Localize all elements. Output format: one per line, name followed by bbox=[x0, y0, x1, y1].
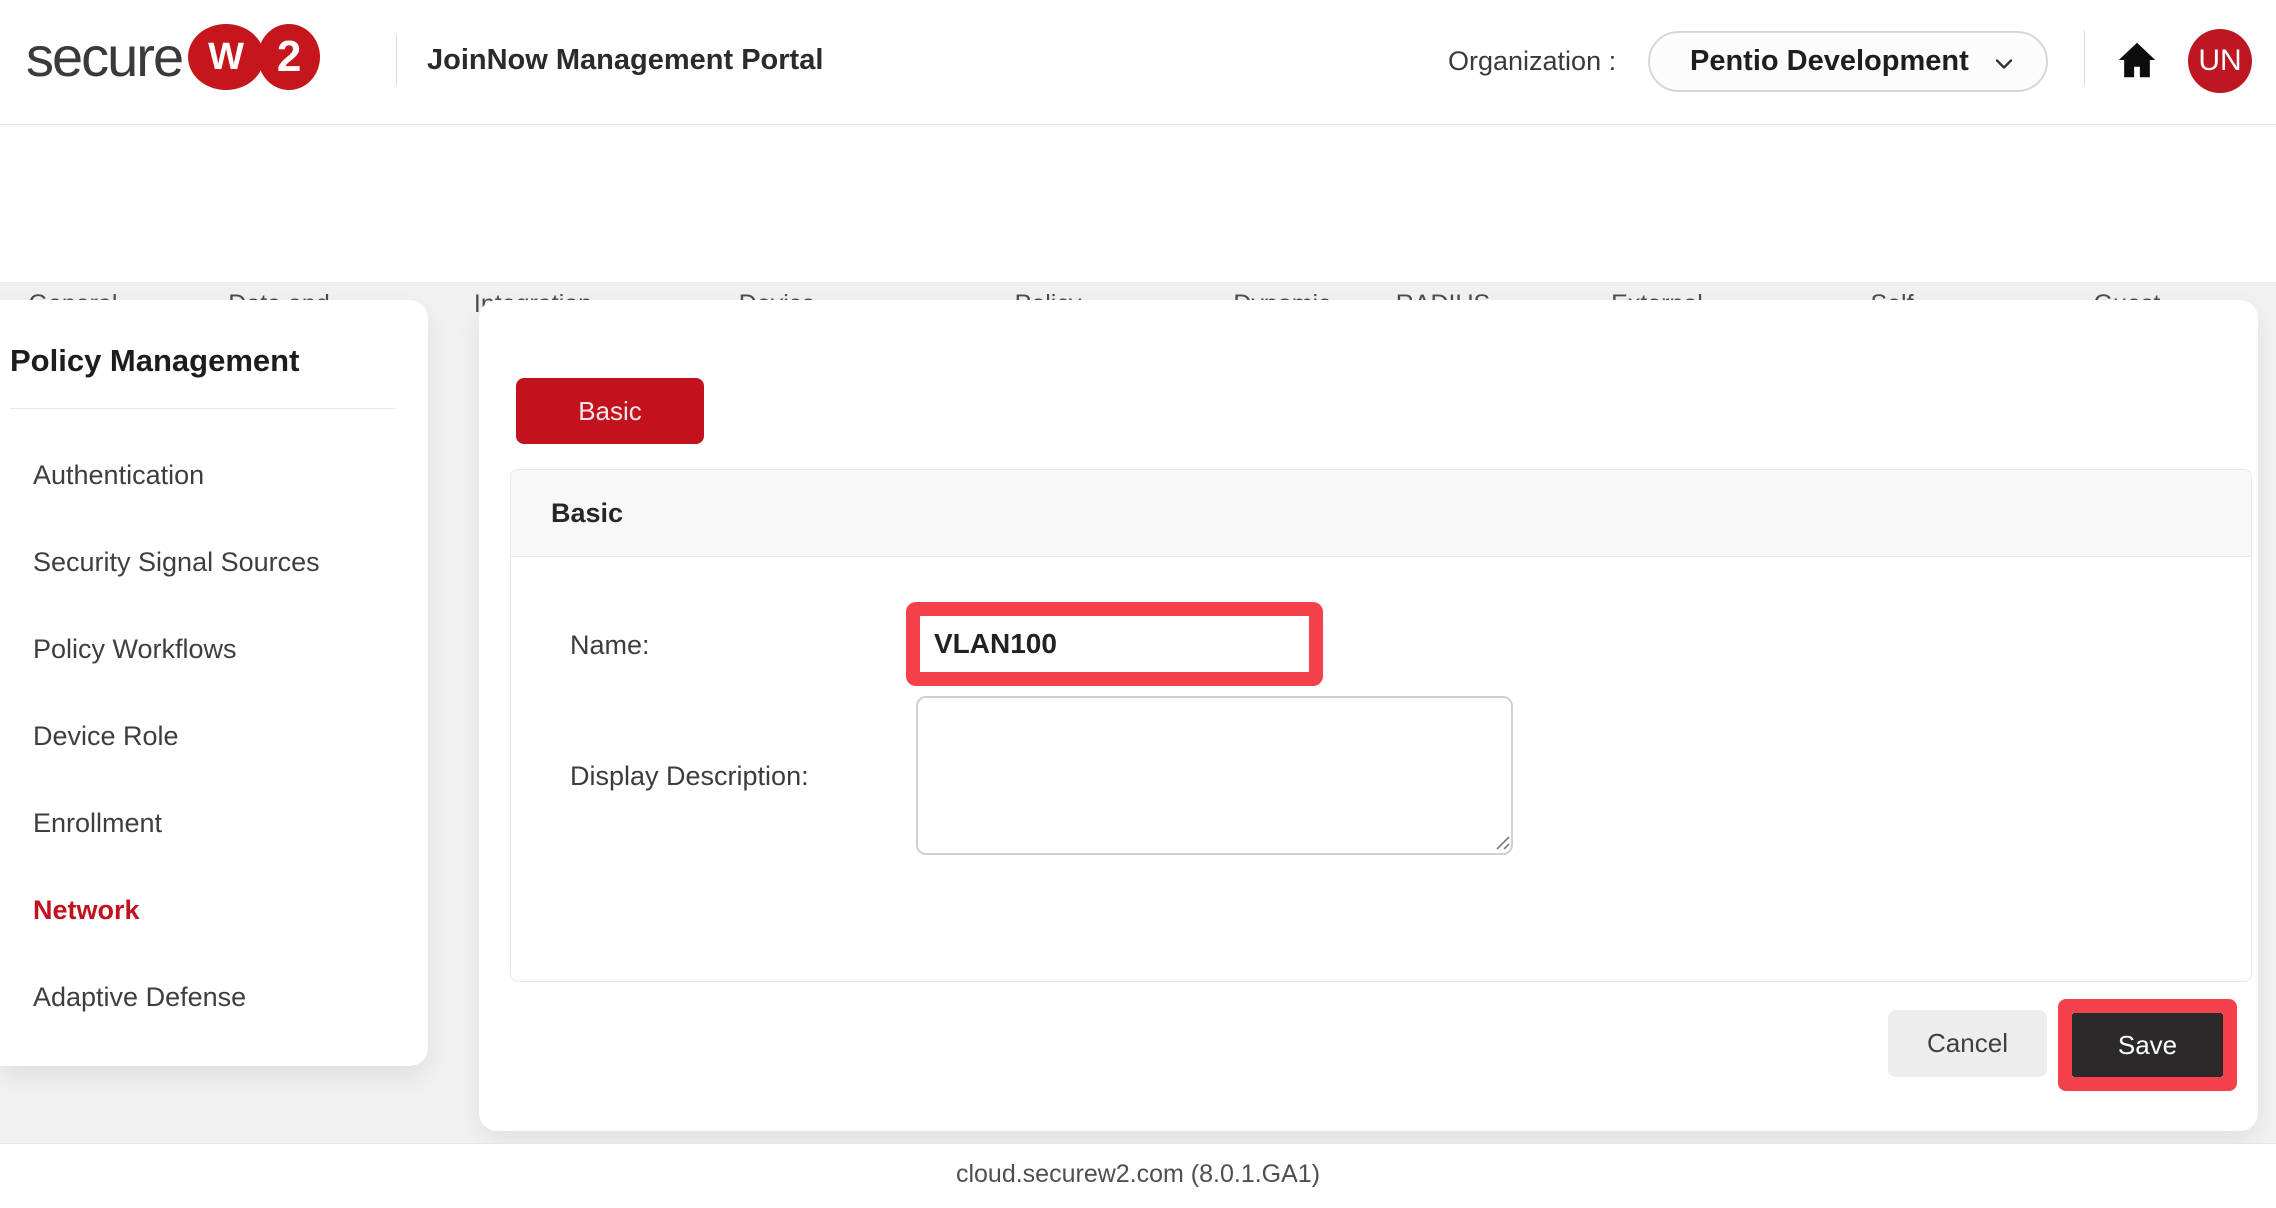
sidebar-divider bbox=[10, 408, 396, 409]
footer-version-text: cloud.securew2.com (8.0.1.GA1) bbox=[956, 1160, 1320, 1189]
cancel-button[interactable]: Cancel bbox=[1888, 1010, 2047, 1077]
name-input[interactable] bbox=[920, 616, 1309, 672]
organization-value: Pentio Development bbox=[1690, 45, 1969, 78]
basic-panel-title: Basic bbox=[551, 498, 623, 529]
save-button[interactable]: Save bbox=[2072, 1013, 2223, 1077]
footer: cloud.securew2.com (8.0.1.GA1) bbox=[0, 1143, 2276, 1208]
avatar[interactable]: UN bbox=[2188, 29, 2252, 93]
display-description-label: Display Description: bbox=[570, 761, 809, 792]
logo-w-circle: W bbox=[188, 24, 264, 90]
header-divider bbox=[396, 34, 397, 86]
sidebar-item-adaptive-defense[interactable]: Adaptive Defense bbox=[0, 954, 428, 1041]
top-navigation: General Data and Monitoring Integration … bbox=[0, 125, 2276, 283]
tab-basic[interactable]: Basic bbox=[516, 378, 704, 444]
organization-label: Organization : bbox=[1448, 46, 1616, 77]
sidebar: Policy Management Authentication Securit… bbox=[0, 300, 428, 1066]
securew2-logo[interactable]: secure W 2 bbox=[26, 22, 320, 92]
sidebar-item-security-signal-sources[interactable]: Security Signal Sources bbox=[0, 519, 428, 606]
header: secure W 2 JoinNow Management Portal Org… bbox=[0, 0, 2276, 125]
sidebar-item-enrollment[interactable]: Enrollment bbox=[0, 780, 428, 867]
logo-2-circle: 2 bbox=[258, 24, 320, 90]
sidebar-title: Policy Management bbox=[10, 343, 299, 379]
chevron-down-icon bbox=[1990, 50, 2018, 83]
header-divider-2 bbox=[2084, 30, 2085, 86]
main-content: Basic Basic Name: Display Description: C… bbox=[479, 300, 2258, 1131]
page-title: JoinNow Management Portal bbox=[427, 44, 823, 77]
name-label: Name: bbox=[570, 630, 650, 661]
save-button-highlight: Save bbox=[2058, 999, 2237, 1091]
name-field-highlight bbox=[906, 602, 1323, 686]
avatar-initials: UN bbox=[2198, 44, 2241, 78]
home-icon[interactable] bbox=[2114, 38, 2160, 84]
sidebar-list: Authentication Security Signal Sources P… bbox=[0, 432, 428, 1041]
display-description-textarea[interactable] bbox=[916, 696, 1513, 855]
sidebar-item-network[interactable]: Network bbox=[0, 867, 428, 954]
basic-panel-header: Basic bbox=[511, 470, 2251, 557]
page: secure W 2 JoinNow Management Portal Org… bbox=[0, 0, 2276, 1208]
sidebar-item-device-role[interactable]: Device Role bbox=[0, 693, 428, 780]
basic-panel: Basic Name: Display Description: bbox=[510, 469, 2252, 982]
sidebar-item-policy-workflows[interactable]: Policy Workflows bbox=[0, 606, 428, 693]
organization-dropdown[interactable]: Pentio Development bbox=[1648, 31, 2048, 92]
logo-wordmark: secure bbox=[26, 22, 182, 92]
sidebar-item-authentication[interactable]: Authentication bbox=[0, 432, 428, 519]
